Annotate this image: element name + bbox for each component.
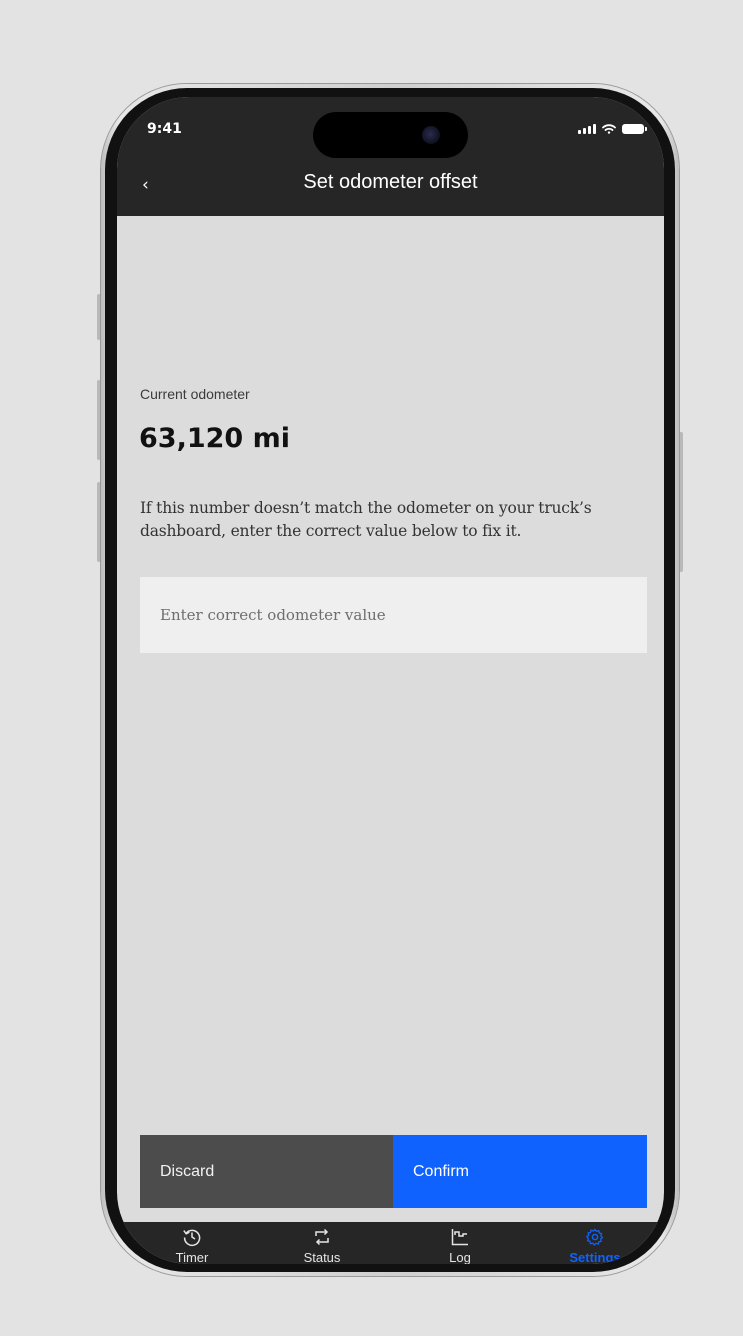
battery-icon [622, 124, 647, 134]
camera-icon [422, 126, 440, 144]
status-time: 9:41 [147, 121, 182, 137]
confirm-button[interactable]: Confirm [393, 1135, 647, 1208]
current-odometer-label: Current odometer [140, 386, 250, 402]
status-icons [578, 124, 647, 134]
page-title: Set odometer offset [303, 171, 478, 193]
help-text: If this number doesn’t match the odomete… [140, 499, 592, 540]
discard-button[interactable]: Discard [140, 1135, 393, 1208]
switch-arrows-icon [315, 1228, 329, 1246]
odometer-input[interactable] [140, 577, 647, 653]
tab-label: Status [303, 1250, 341, 1264]
tab-label: Log [449, 1250, 471, 1264]
tab-log[interactable]: Log [420, 1226, 500, 1264]
top-app-bar: 9:41 ‹ Set odometer offset [117, 97, 664, 216]
gear-icon [586, 1228, 604, 1246]
tab-status[interactable]: Status [282, 1226, 362, 1264]
wifi-icon [602, 124, 616, 134]
tab-timer[interactable]: Timer [152, 1226, 232, 1264]
current-odometer-value: 63,120 mi [139, 423, 290, 454]
phone-screen: 9:41 ‹ Set odometer offset Current odome… [117, 97, 664, 1264]
phone-power-button [679, 432, 683, 572]
bottom-tab-bar: Timer Status Log Settings [117, 1222, 664, 1264]
step-chart-icon [451, 1229, 468, 1246]
dynamic-island [313, 112, 468, 158]
tab-label: Settings [569, 1250, 621, 1264]
history-icon [183, 1229, 201, 1247]
cellular-signal-icon [578, 124, 596, 134]
tab-label: Timer [175, 1250, 209, 1264]
tab-settings[interactable]: Settings [555, 1226, 635, 1264]
